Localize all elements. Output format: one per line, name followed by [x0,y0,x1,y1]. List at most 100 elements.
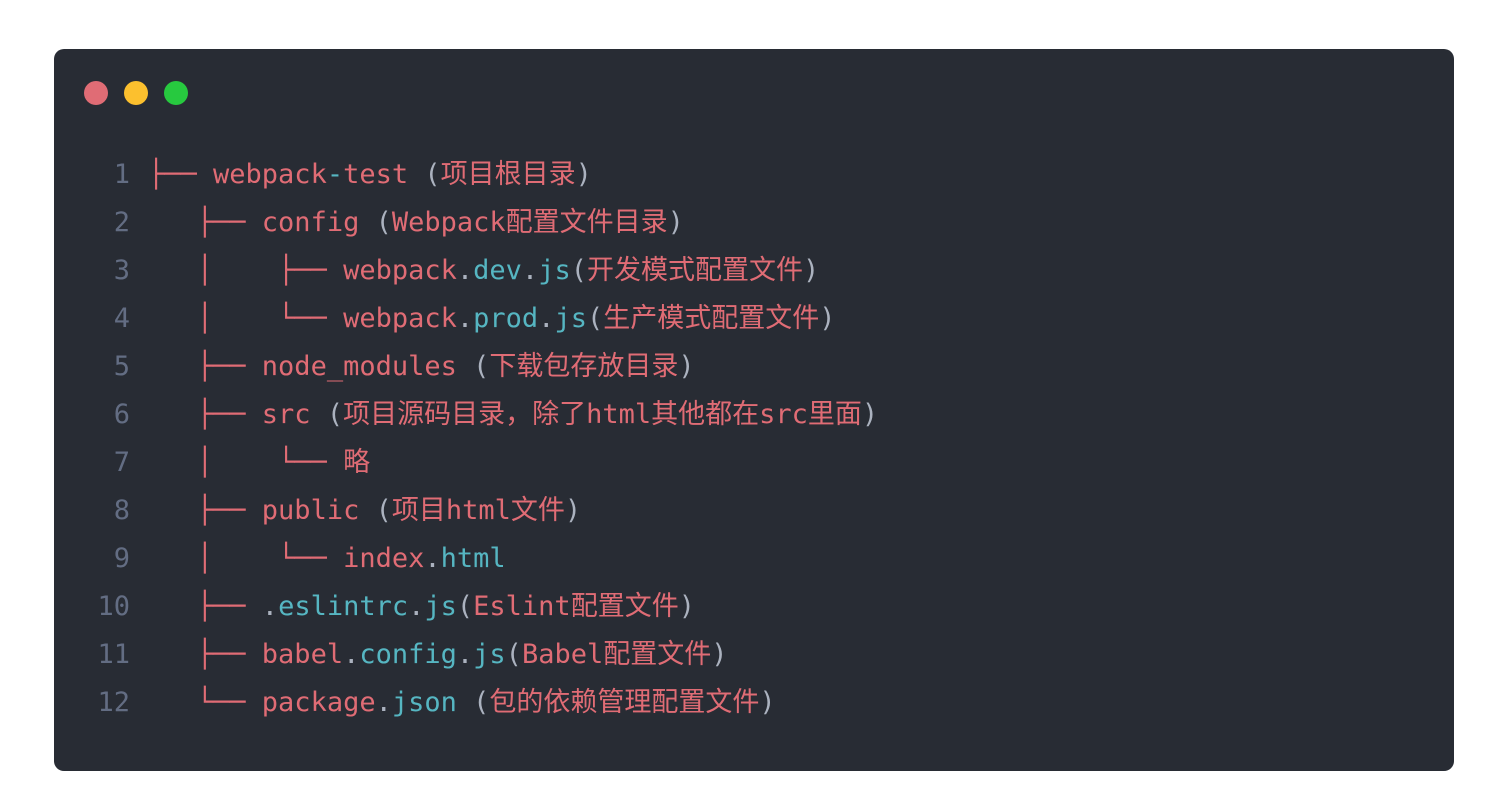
token-punct: ( [408,159,441,190]
token-tree: └── [148,687,262,718]
line-number: 4 [113,303,130,334]
token-tree: ├── [148,207,262,238]
token-punct: . [456,255,474,286]
code-line: 2 ├── config (Webpack配置文件目录) [54,199,1454,247]
token-punct: . [538,303,555,334]
line-content: │ ├── webpack.dev.js(开发模式配置文件) [148,247,819,295]
line-number: 5 [113,351,130,382]
close-dot-icon[interactable] [84,81,108,105]
token-punct: ( [586,303,604,334]
token-punct: ( [359,495,392,526]
line-content: │ └── index.html [148,535,506,583]
token-punct: ( [456,687,490,718]
token-ext: dev [473,255,522,286]
token-punct: . [424,543,441,574]
token-name: public [261,495,360,526]
token-punct: ( [456,591,474,622]
line-number: 7 [113,447,130,478]
code-line: 5 ├── node_modules (下载包存放目录) [54,343,1454,391]
token-comment: 项目源码目录，除了html其他都在src里面 [343,399,862,430]
token-comment: 生产模式配置文件 [603,303,820,334]
token-comment: Eslint配置文件 [473,591,679,622]
line-number: 3 [113,255,130,286]
token-punct: . [375,687,392,718]
line-content: ├── src (项目源码目录，除了html其他都在src里面) [148,391,878,439]
token-name: webpack [343,255,457,286]
line-number: 12 [97,687,130,718]
token-tree: │ ├── [148,255,344,286]
code-window: 1 ├── webpack-test (项目根目录) 2 ├── config (W… [54,49,1454,771]
token-comment: 略 [343,447,371,478]
token-tree: ├── [148,591,262,622]
code-line: 12 └── package.json (包的依赖管理配置文件) [54,679,1454,727]
token-tree: │ └── [148,543,344,574]
code-line: 11 ├── babel.config.js(Babel配置文件) [54,631,1454,679]
line-content: ├── babel.config.js(Babel配置文件) [148,631,728,679]
token-punct: ) [564,495,582,526]
line-content: ├── config (Webpack配置文件目录) [148,199,684,247]
token-punct: . [456,639,474,670]
line-number: 1 [113,159,130,190]
token-tree: │ └── [148,447,344,478]
token-comment: Webpack配置文件目录 [391,207,668,238]
code-line: 6 ├── src (项目源码目录，除了html其他都在src里面) [54,391,1454,439]
token-ext: prod [473,303,539,334]
token-punct: ) [575,159,592,190]
token-punct: ) [802,255,820,286]
token-name: package [261,687,376,718]
token-punct: ) [819,303,836,334]
token-name: src [261,399,311,430]
line-number: 8 [113,495,130,526]
code-line: 7 │ └── 略 [54,439,1454,487]
code-line: 10 ├── .eslintrc.js(Eslint配置文件) [54,583,1454,631]
line-content: │ └── 略 [148,439,370,487]
token-punct: . [456,303,474,334]
token-name: config [261,207,360,238]
token-punct: ( [505,639,522,670]
line-number: 10 [97,591,130,622]
token-tree: ├── [148,159,214,190]
token-name: test [343,159,409,190]
token-tree: ├── [148,639,262,670]
code-line: 9 │ └── index.html [54,535,1454,583]
token-punct: ( [570,255,587,286]
token-ext: js [554,303,587,334]
token-name: node_modules [261,351,457,382]
line-content: │ └── webpack.prod.js(生产模式配置文件) [148,295,836,343]
token-punct: ) [678,591,695,622]
line-content: ├── public (项目html文件) [148,487,581,535]
token-punct: ( [456,351,490,382]
token-ext: js [424,591,457,622]
token-punct: . [521,255,539,286]
maximize-dot-icon[interactable] [164,81,188,105]
token-name: index [343,543,425,574]
code-line: 4 │ └── webpack.prod.js(生产模式配置文件) [54,295,1454,343]
token-ext: js [473,639,506,670]
token-ext: eslintrc [278,591,409,622]
token-tree: ├── [148,399,262,430]
token-name: webpack [213,159,327,190]
line-content: ├── node_modules (下载包存放目录) [148,343,695,391]
token-punct: ( [359,207,392,238]
line-number: 11 [97,639,130,670]
token-comment: 包的依赖管理配置文件 [489,687,760,718]
token-punct: ) [861,399,879,430]
token-ext: - [326,159,344,190]
token-punct: ( [310,399,344,430]
token-punct: . [261,591,279,622]
token-punct: . [408,591,425,622]
token-name: babel [261,639,344,670]
token-name: webpack [343,303,457,334]
token-punct: ) [678,351,695,382]
token-tree: │ └── [148,303,344,334]
code-block: 1 ├── webpack-test (项目根目录) 2 ├── config (W… [54,151,1454,727]
token-punct: ) [759,687,776,718]
minimize-dot-icon[interactable] [124,81,148,105]
line-content: └── package.json (包的依赖管理配置文件) [148,679,776,727]
token-punct: ) [711,639,728,670]
code-line: 1 ├── webpack-test (项目根目录) [54,151,1454,199]
token-ext: config [359,639,457,670]
token-comment: 项目html文件 [391,495,565,526]
token-punct: ) [667,207,684,238]
token-tree: ├── [148,351,262,382]
